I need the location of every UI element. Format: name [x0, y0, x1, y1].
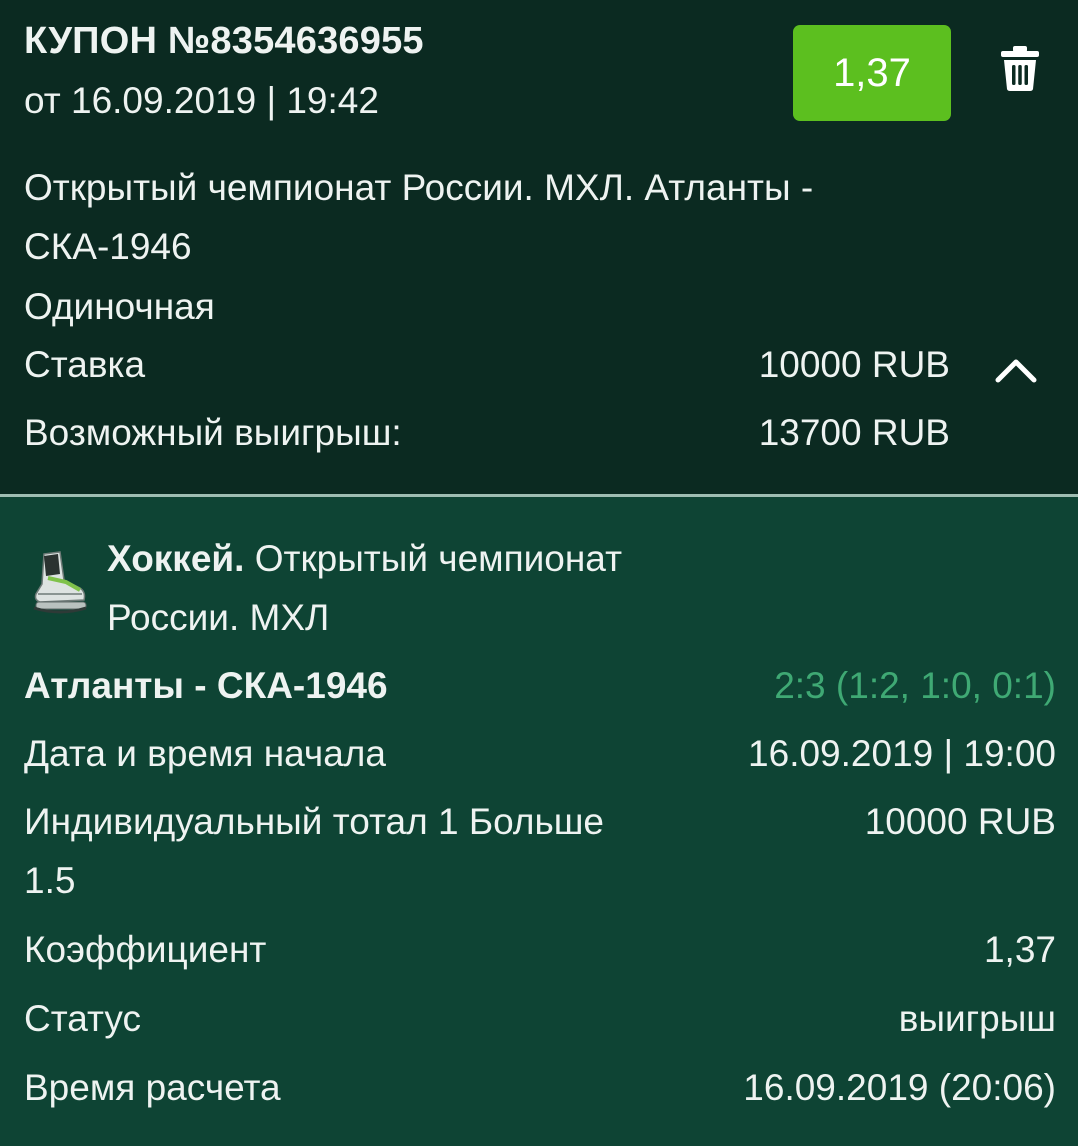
ice-skate-icon [26, 550, 88, 620]
settled-time-value: 16.09.2019 (20:06) [743, 1067, 1056, 1108]
status-value: выигрыш [898, 998, 1056, 1039]
coupon-title: КУПОН №8354636955 [24, 20, 424, 62]
coefficient-value: 1,37 [983, 929, 1056, 970]
odds-button[interactable]: 1,37 [793, 25, 951, 121]
match-score: 2:3 (1:2, 1:0, 0:1) [774, 665, 1056, 706]
chevron-up-icon[interactable] [994, 356, 1038, 384]
market-line-1: Индивидуальный тотал 1 Больше [24, 801, 605, 842]
possible-win-value: 13700 RUB [758, 412, 950, 453]
tournament-line-1: Открытый чемпионат [254, 538, 623, 579]
start-time-value: 16.09.2019 | 19:00 [748, 733, 1056, 774]
sport-tournament-line-1: Хоккей. Открытый чемпионат [107, 538, 622, 580]
market-line-2: 1.5 [24, 860, 76, 901]
start-time-label: Дата и время начала [24, 733, 386, 774]
trash-icon[interactable] [1000, 44, 1040, 92]
match-name: Атланты - СКА-1946 [24, 665, 388, 706]
stake-value: 10000 RUB [758, 344, 950, 385]
status-label: Статус [24, 998, 141, 1039]
coefficient-label: Коэффициент [24, 929, 267, 970]
tournament-line-2: России. МХЛ [107, 597, 330, 638]
settled-time-label: Время расчета [24, 1067, 281, 1108]
coupon-date: от 16.09.2019 | 19:42 [24, 80, 379, 121]
coupon-header: КУПОН №8354636955 от 16.09.2019 | 19:42 … [0, 0, 1078, 494]
market-stake-value: 10000 RUB [864, 801, 1056, 842]
possible-win-label: Возможный выигрыш: [24, 412, 402, 453]
event-title-line-1: Открытый чемпионат России. МХЛ. Атланты … [24, 167, 814, 208]
bet-type: Одиночная [24, 286, 215, 327]
event-title-line-2: СКА-1946 [24, 226, 192, 267]
stake-label: Ставка [24, 344, 146, 385]
sport-name: Хоккей. [107, 538, 245, 579]
